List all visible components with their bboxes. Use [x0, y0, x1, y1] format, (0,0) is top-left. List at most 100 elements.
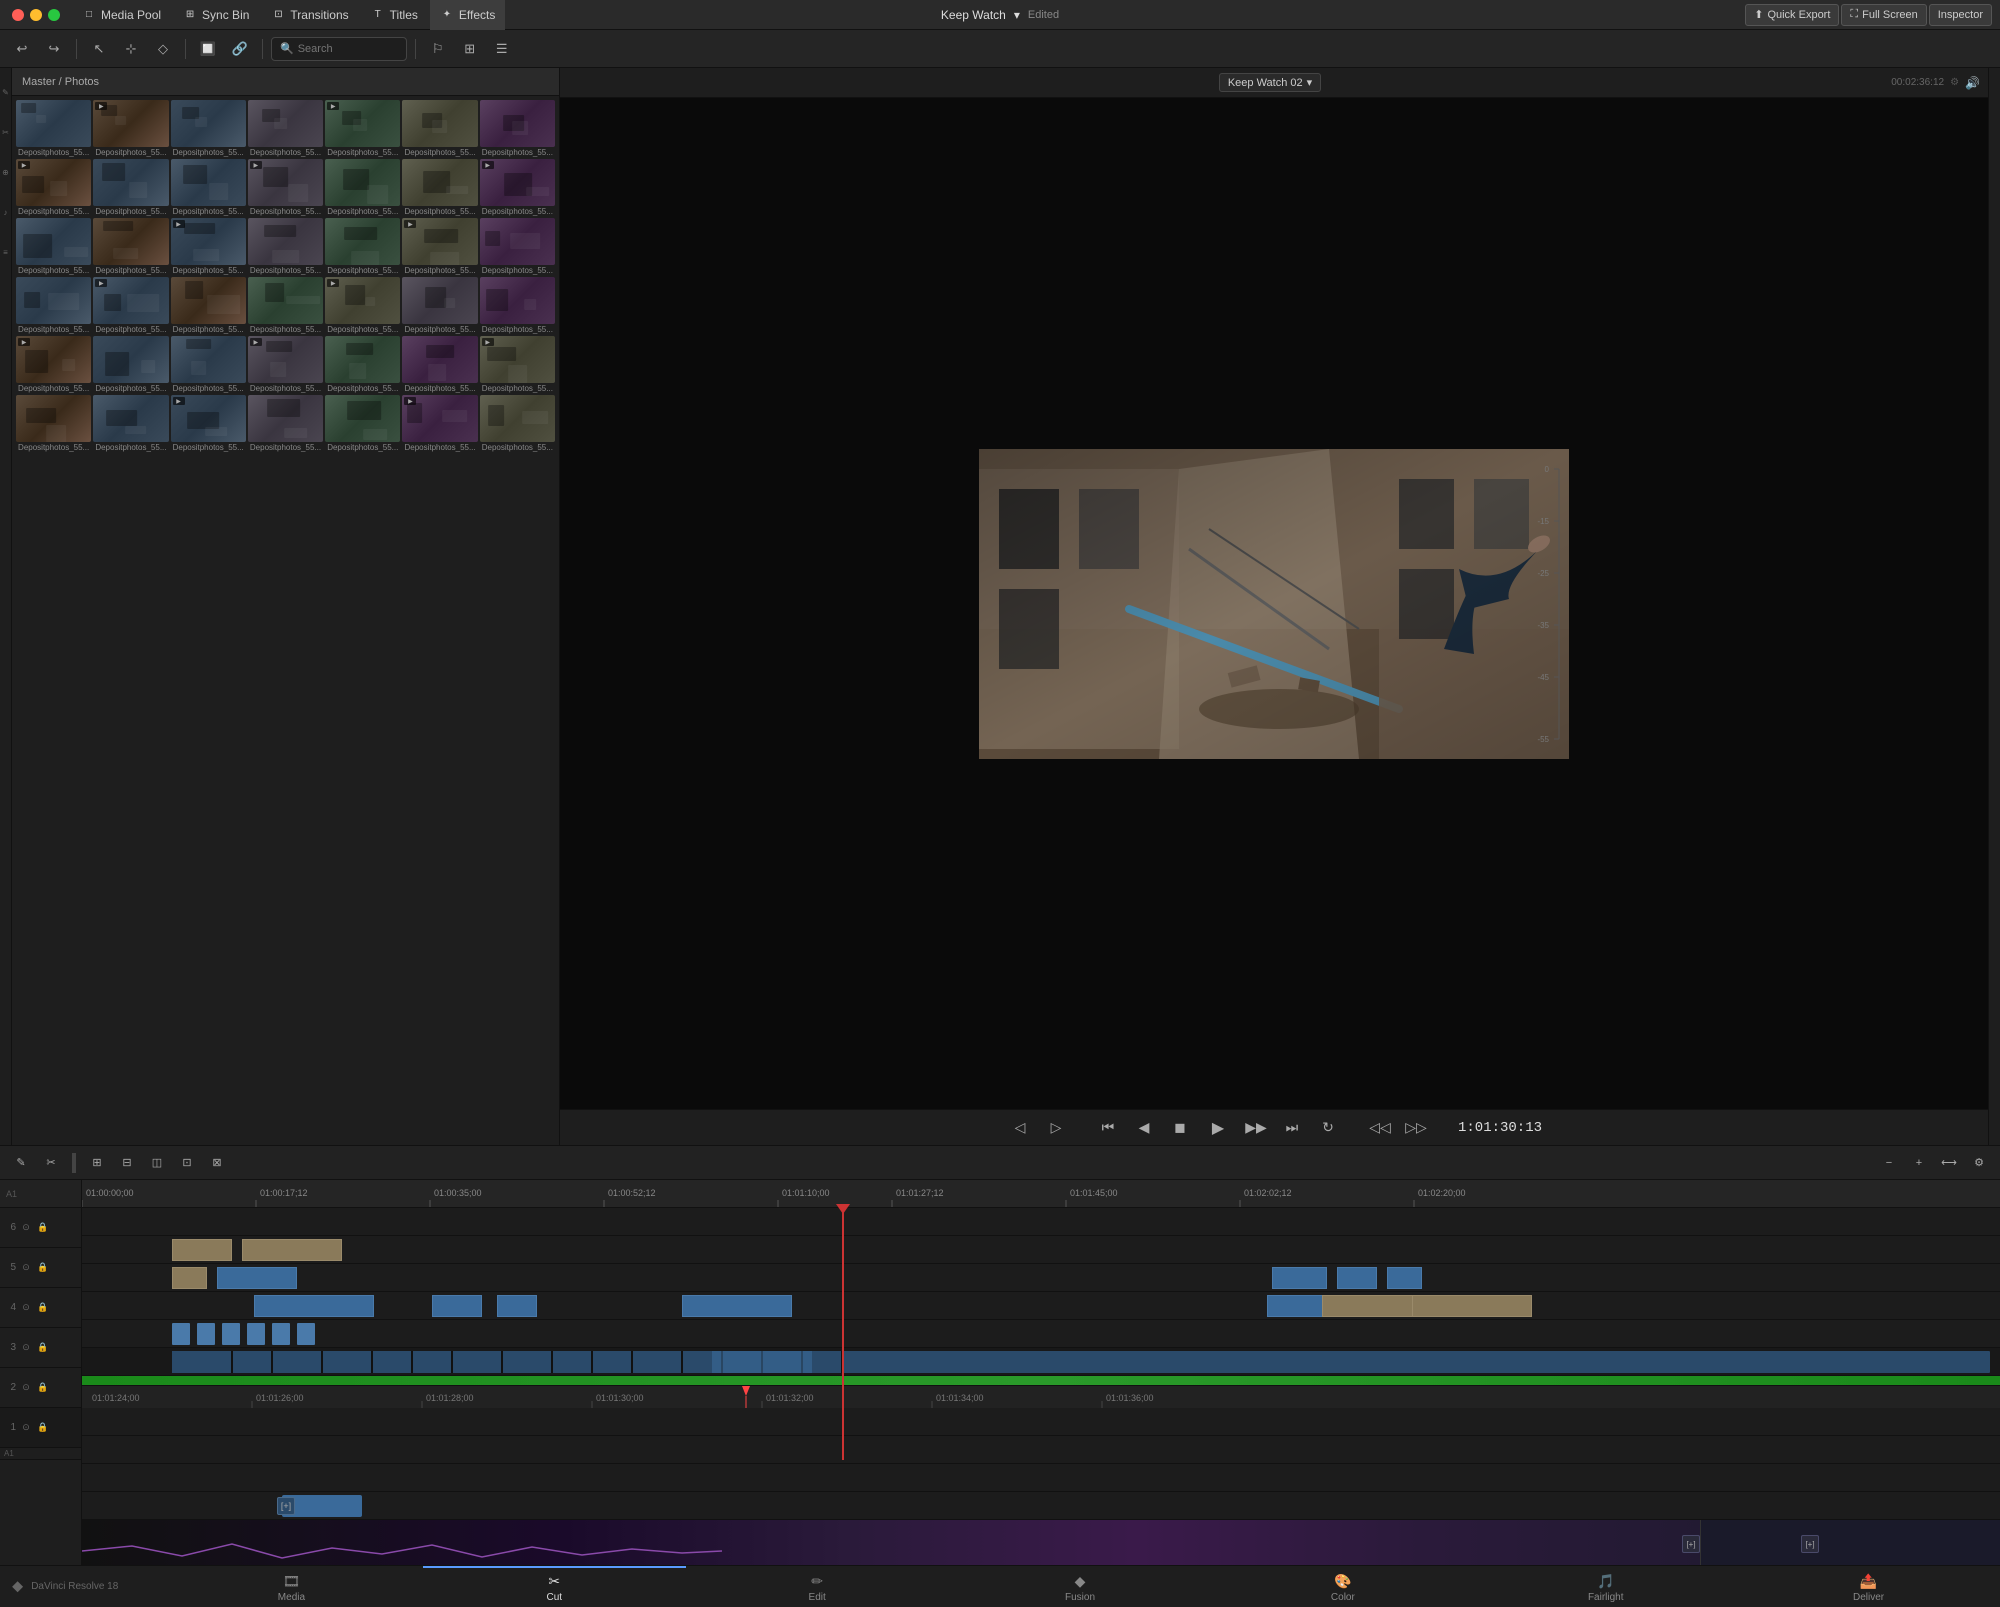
media-item-39[interactable]: Depositphotos_55...: [248, 395, 323, 452]
media-item-33[interactable]: Depositphotos_55...: [325, 336, 400, 393]
toolbar-redo[interactable]: ↪: [40, 36, 68, 62]
clip-v3-1[interactable]: [254, 1295, 374, 1317]
media-item-26[interactable]: ▶Depositphotos_55...: [325, 277, 400, 334]
maximize-button[interactable]: [48, 9, 60, 21]
close-button[interactable]: [12, 9, 24, 21]
tl-tool-4[interactable]: ⊟: [114, 1151, 140, 1175]
preview-settings-icon[interactable]: ⚙: [1950, 77, 1959, 88]
music-handle-3[interactable]: [+]: [1801, 1535, 1819, 1553]
nav-edit[interactable]: ✏ Edit: [686, 1566, 949, 1607]
nav-media[interactable]: 🎞 Media: [160, 1566, 423, 1607]
clip-v3-4[interactable]: [682, 1295, 792, 1317]
media-item-34[interactable]: Depositphotos_55...: [402, 336, 477, 393]
inspector-button[interactable]: Inspector: [1929, 4, 1992, 26]
nav-color[interactable]: 🎨 Color: [1211, 1566, 1474, 1607]
track-v2-mute[interactable]: ⊙: [19, 1381, 33, 1395]
media-item-6[interactable]: Depositphotos_55...: [402, 100, 477, 157]
media-item-12[interactable]: Depositphotos_55...: [325, 159, 400, 216]
clip-v2-1[interactable]: [172, 1323, 190, 1345]
next-nav-button[interactable]: ▷: [1042, 1114, 1070, 1142]
slow-reverse-button[interactable]: ◁◁: [1366, 1114, 1394, 1142]
media-item-14[interactable]: ▶Depositphotos_55...: [480, 159, 555, 216]
toolbar-flag[interactable]: ⚐: [424, 36, 452, 62]
quick-export-button[interactable]: ⬆ Quick Export: [1745, 4, 1839, 26]
media-item-16[interactable]: Depositphotos_55...: [93, 218, 168, 275]
dropdown-arrow[interactable]: ▾: [1014, 8, 1020, 22]
skip-start-button[interactable]: ⏮: [1094, 1114, 1122, 1142]
skip-end-button[interactable]: ⏭: [1278, 1114, 1306, 1142]
media-item-23[interactable]: ▶Depositphotos_55...: [93, 277, 168, 334]
nav-cut[interactable]: ✂ Cut: [423, 1566, 686, 1607]
preview-audio-icon[interactable]: 🔊: [1965, 76, 1980, 90]
tl-tool-1[interactable]: ✎: [8, 1151, 34, 1175]
clip-v2-6[interactable]: [297, 1323, 315, 1345]
slow-forward-button[interactable]: ▷▷: [1402, 1114, 1430, 1142]
media-item-27[interactable]: Depositphotos_55...: [402, 277, 477, 334]
media-item-7[interactable]: Depositphotos_55...: [480, 100, 555, 157]
media-item-35[interactable]: ▶Depositphotos_55...: [480, 336, 555, 393]
media-item-19[interactable]: Depositphotos_55...: [325, 218, 400, 275]
media-item-9[interactable]: Depositphotos_55...: [93, 159, 168, 216]
track-v3-mute[interactable]: ⊙: [19, 1341, 33, 1355]
track-v3-lock[interactable]: 🔒: [36, 1341, 50, 1355]
menu-effects[interactable]: ✦ Effects: [430, 0, 505, 30]
clip-v4-5[interactable]: [1387, 1267, 1422, 1289]
clip-v4-1[interactable]: [172, 1267, 207, 1289]
track-v1-mute[interactable]: ⊙: [19, 1421, 33, 1435]
media-item-18[interactable]: Depositphotos_55...: [248, 218, 323, 275]
prev-nav-button[interactable]: ◁: [1006, 1114, 1034, 1142]
loop-button[interactable]: ↻: [1314, 1114, 1342, 1142]
media-item-17[interactable]: ▶Depositphotos_55...: [171, 218, 246, 275]
music-handle-right[interactable]: [+]: [1682, 1535, 1700, 1553]
next-frame-button[interactable]: ▶▶: [1242, 1114, 1270, 1142]
media-item-24[interactable]: Depositphotos_55...: [171, 277, 246, 334]
menu-sync-bin[interactable]: ⊞ Sync Bin: [173, 0, 259, 30]
prev-frame-button[interactable]: ◀: [1130, 1114, 1158, 1142]
media-item-1[interactable]: Depositphotos_55...: [16, 100, 91, 157]
search-input[interactable]: [298, 43, 398, 55]
clip-name-dropdown[interactable]: Keep Watch 02 ▾: [1219, 73, 1321, 92]
toolbar-select[interactable]: ↖: [85, 36, 113, 62]
track-v6-lock[interactable]: 🔒: [36, 1221, 50, 1235]
track-v4-mute[interactable]: ⊙: [19, 1301, 33, 1315]
media-item-10[interactable]: Depositphotos_55...: [171, 159, 246, 216]
play-button[interactable]: ▶: [1202, 1112, 1234, 1144]
media-item-2[interactable]: ▶Depositphotos_55...: [93, 100, 168, 157]
toolbar-blade[interactable]: ⊹: [117, 36, 145, 62]
track-v4-lock[interactable]: 🔒: [36, 1301, 50, 1315]
nav-fusion[interactable]: ◆ Fusion: [949, 1566, 1212, 1607]
media-pool-breadcrumb[interactable]: Master / Photos: [22, 76, 99, 88]
media-item-25[interactable]: Depositphotos_55...: [248, 277, 323, 334]
sidebar-zoom-tool[interactable]: ⊕: [1, 152, 11, 192]
media-item-3[interactable]: Depositphotos_55...: [171, 100, 246, 157]
tl-tool-5[interactable]: ◫: [144, 1151, 170, 1175]
media-item-20[interactable]: ▶Depositphotos_55...: [402, 218, 477, 275]
sidebar-subtitle-tool[interactable]: ≡: [1, 232, 11, 272]
toolbar-dynamic-trim[interactable]: ◇: [149, 36, 177, 62]
timeline-ruler[interactable]: 01:00:00;00 01:00:17;12 01:00:35;00 01:0…: [82, 1180, 2000, 1208]
clip-v2-2[interactable]: [197, 1323, 215, 1345]
media-item-41[interactable]: ▶Depositphotos_55...: [402, 395, 477, 452]
menu-transitions[interactable]: ⊡ Transitions: [261, 0, 358, 30]
toolbar-clip-view[interactable]: ⊞: [456, 36, 484, 62]
toolbar-undo[interactable]: ↩: [8, 36, 36, 62]
media-item-22[interactable]: Depositphotos_55...: [16, 277, 91, 334]
media-item-4[interactable]: Depositphotos_55...: [248, 100, 323, 157]
media-item-40[interactable]: Depositphotos_55...: [325, 395, 400, 452]
track-v1-lock[interactable]: 🔒: [36, 1421, 50, 1435]
clip-v5-2[interactable]: [242, 1239, 342, 1261]
media-item-21[interactable]: Depositphotos_55...: [480, 218, 555, 275]
media-item-36[interactable]: Depositphotos_55...: [16, 395, 91, 452]
full-screen-button[interactable]: ⛶ Full Screen: [1841, 4, 1926, 26]
media-item-8[interactable]: ▶Depositphotos_55...: [16, 159, 91, 216]
track-v6-mute[interactable]: ⊙: [19, 1221, 33, 1235]
toolbar-snap[interactable]: 🔲: [194, 36, 222, 62]
tl-fit[interactable]: ⟷: [1936, 1151, 1962, 1175]
sidebar-edit-tool[interactable]: ✎: [1, 72, 11, 112]
clip-handle-left[interactable]: [+]: [277, 1497, 295, 1515]
media-item-13[interactable]: Depositphotos_55...: [402, 159, 477, 216]
media-item-31[interactable]: Depositphotos_55...: [171, 336, 246, 393]
sidebar-audio-tool[interactable]: ♪: [1, 192, 11, 232]
track-v5-mute[interactable]: ⊙: [19, 1261, 33, 1275]
tl-zoom-in[interactable]: +: [1906, 1151, 1932, 1175]
